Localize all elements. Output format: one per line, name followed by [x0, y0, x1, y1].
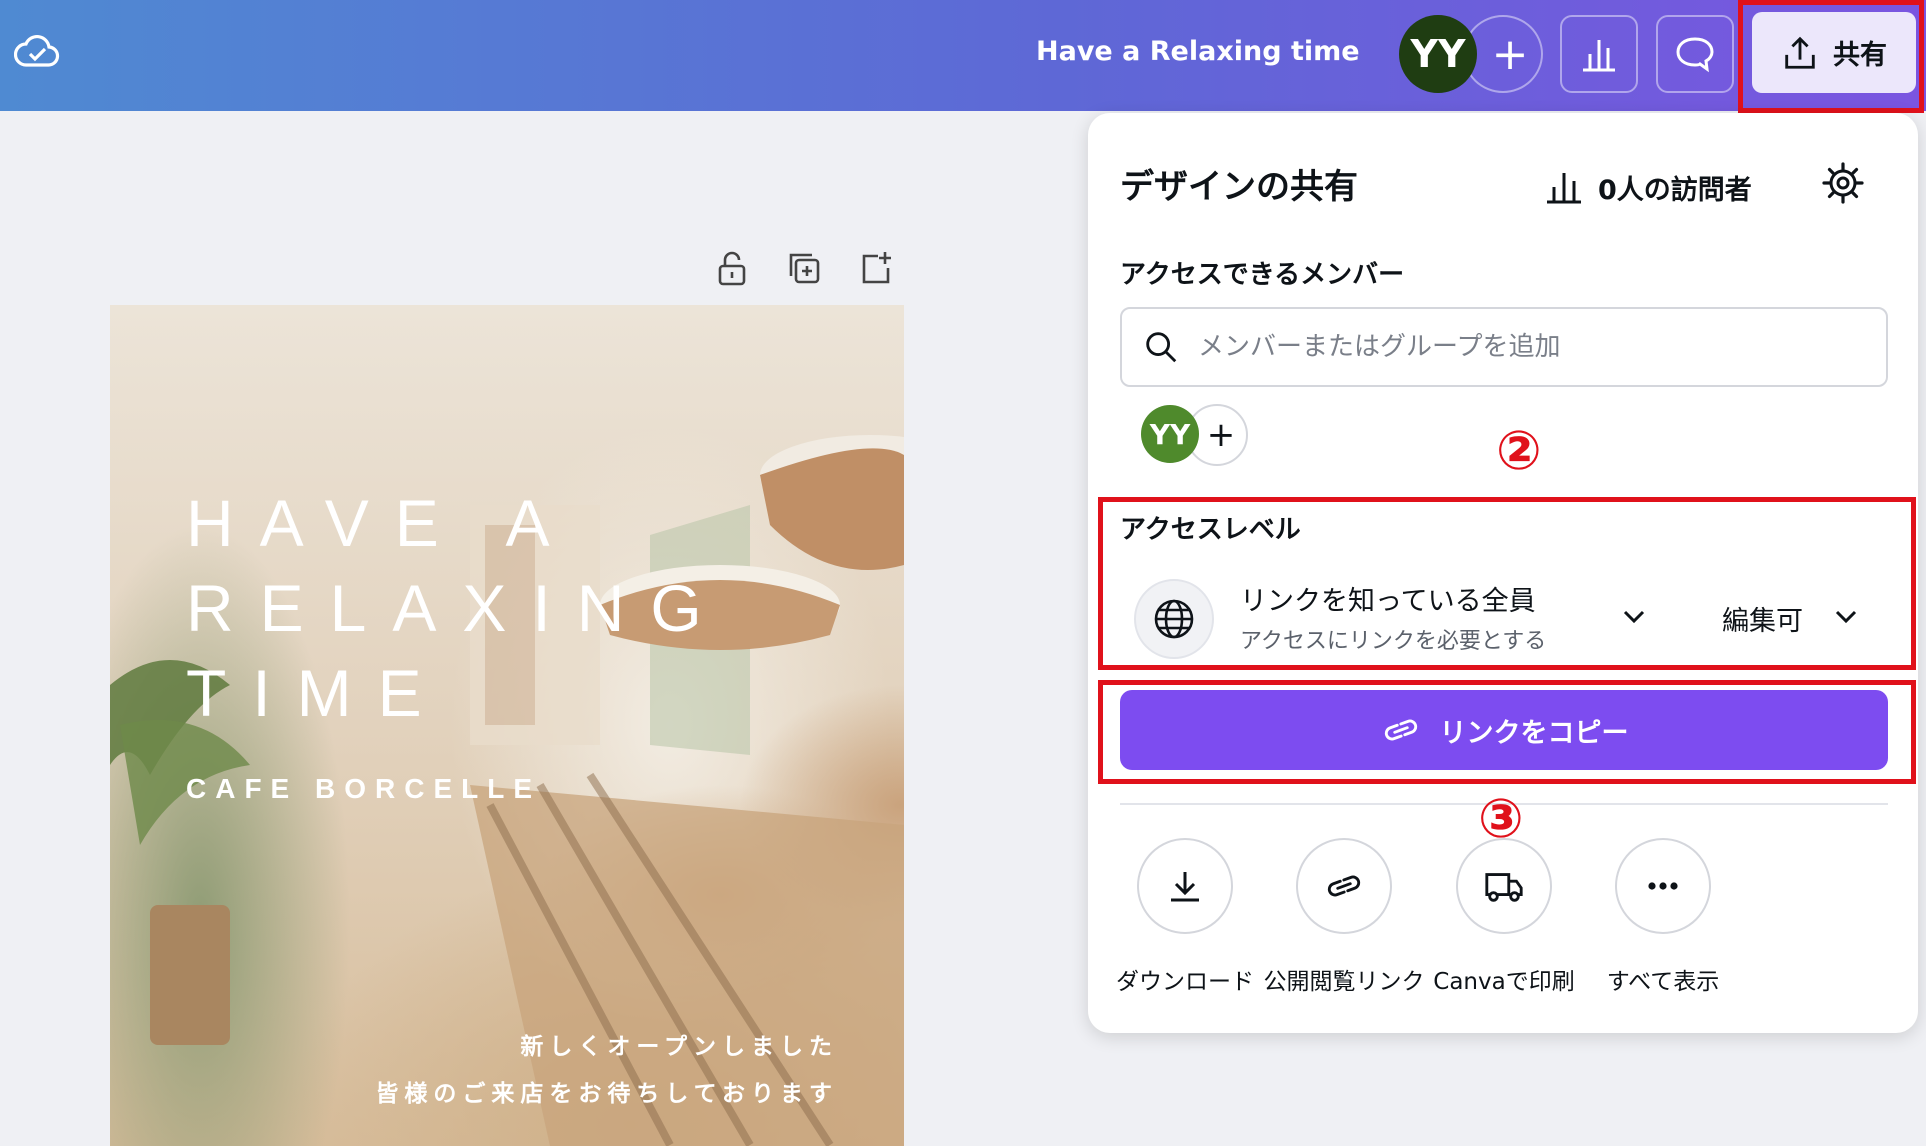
download-action[interactable]: ダウンロード [1095, 838, 1275, 996]
share-upload-icon [1785, 36, 1815, 69]
share-panel: デザインの共有 0人の訪問者 アクセスできるメンバー + YY アクセスレベル … [1088, 113, 1918, 1033]
share-panel-title: デザインの共有 [1120, 167, 1358, 207]
visitors-button[interactable]: 0人の訪問者 [1544, 167, 1752, 207]
access-scope-select[interactable]: リンクを知っている全員 [1240, 579, 1536, 618]
member-avatar[interactable]: YY [1141, 405, 1199, 463]
poster-heading-line-2[interactable]: RELAXING [186, 570, 728, 646]
gear-icon[interactable] [1821, 161, 1865, 205]
print-with-canva-action[interactable]: Canvaで印刷 [1414, 838, 1594, 996]
member-search-input[interactable] [1198, 332, 1858, 362]
share-label: 共有 [1833, 40, 1887, 71]
bar-chart-icon [1583, 40, 1615, 72]
link-icon [1327, 875, 1361, 897]
download-icon [1171, 872, 1199, 902]
bar-chart-icon [1547, 173, 1581, 204]
poster-jp-line-1[interactable]: 新しくオープンしました [520, 1027, 838, 1061]
poster-subtitle[interactable]: CAFE BORCELLE [186, 773, 541, 805]
chevron-down-icon[interactable] [1830, 600, 1862, 632]
copy-link-button[interactable]: リンクをコピー [1120, 690, 1888, 770]
annotation-number-2: ② [1496, 419, 1542, 482]
visitors-count: 0人の訪問者 [1598, 174, 1752, 206]
search-icon [1146, 332, 1177, 363]
poster-heading-line-3[interactable]: TIME [186, 655, 448, 731]
chevron-down-icon[interactable] [1618, 600, 1650, 632]
public-view-link-action[interactable]: 公開閲覧リンク [1254, 838, 1434, 996]
link-icon [1384, 719, 1417, 741]
globe-icon [1134, 579, 1214, 659]
truck-icon [1485, 873, 1523, 902]
cloud-check-icon[interactable] [14, 33, 60, 71]
comment-button[interactable] [1656, 15, 1734, 93]
user-avatar[interactable]: YY [1399, 15, 1477, 93]
insights-button[interactable] [1560, 15, 1638, 93]
add-page-icon[interactable] [856, 248, 896, 288]
document-title[interactable]: Have a Relaxing time [1036, 36, 1360, 67]
more-icon [1648, 882, 1678, 890]
poster-jp-line-2[interactable]: 皆様のご来店をお待ちしております [375, 1074, 838, 1108]
top-bar: Have a Relaxing time + YY 共有 [0, 0, 1926, 111]
share-button[interactable]: 共有 [1752, 12, 1916, 93]
members-label: アクセスできるメンバー [1120, 260, 1405, 290]
annotation-number-3: ③ [1478, 787, 1524, 850]
show-all-action[interactable]: すべて表示 [1573, 838, 1753, 996]
access-scope-description: アクセスにリンクを必要とする [1240, 629, 1547, 654]
lock-icon[interactable] [712, 248, 752, 288]
show-all-label: すべて表示 [1606, 969, 1720, 995]
poster-heading-line-1[interactable]: HAVE A [186, 485, 576, 561]
download-label: ダウンロード [1116, 969, 1254, 995]
copy-link-label: リンクをコピー [1439, 717, 1629, 749]
access-level-label: アクセスレベル [1120, 515, 1301, 545]
public-view-link-label: 公開閲覧リンク [1263, 969, 1425, 995]
print-with-canva-label: Canvaで印刷 [1433, 969, 1575, 995]
design-canvas[interactable]: HAVE A RELAXING TIME CAFE BORCELLE 新しくオー… [110, 305, 904, 1146]
duplicate-page-icon[interactable] [784, 248, 824, 288]
member-search-box[interactable] [1120, 307, 1888, 387]
permission-select[interactable]: 編集可 [1722, 599, 1803, 638]
comment-icon [1676, 37, 1714, 73]
